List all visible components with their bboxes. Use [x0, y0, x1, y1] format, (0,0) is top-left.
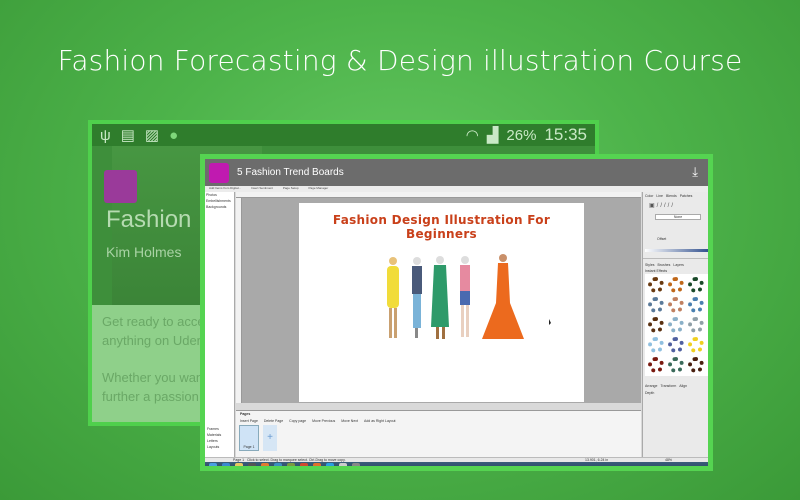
tab-transform[interactable]: Transform: [660, 384, 676, 388]
wifi-icon: ◠: [465, 127, 479, 144]
effect-swatch[interactable]: [688, 317, 704, 333]
depth-label: Depth: [645, 391, 655, 395]
copy-page-button[interactable]: Copy page: [289, 419, 306, 423]
tab-blends[interactable]: Blends: [666, 194, 677, 198]
video-screenshot-window: 5 Fashion Trend Boards ⤓ Add Items from …: [200, 154, 713, 471]
figure-blue-outfit: [412, 257, 422, 338]
add-right-layout-button[interactable]: Add as Right Layout: [364, 419, 396, 423]
effect-swatch[interactable]: [648, 357, 664, 373]
pages-toolbar: Insert Page Delete Page Copy page Move P…: [236, 417, 641, 425]
canvas-area[interactable]: Fashion Design Illustration For Beginner…: [242, 198, 641, 403]
fashion-figures: [387, 254, 551, 339]
effect-swatch[interactable]: [688, 357, 704, 373]
app-icon[interactable]: [274, 463, 282, 466]
effect-swatch[interactable]: [688, 297, 704, 313]
effect-swatch[interactable]: [688, 337, 704, 353]
panel-item[interactable]: Layouts: [206, 444, 222, 450]
effects-grid: [645, 274, 708, 376]
figure-orange-gown: [482, 254, 524, 339]
color-tabs: Color Line Blends Patches: [643, 192, 708, 200]
tab-line[interactable]: Line: [656, 194, 663, 198]
offset-label: Offset: [657, 237, 667, 241]
headline: Fashion Forecasting & Design illustratio…: [57, 44, 743, 77]
status-right: ◠ ▟ 26% 15:35: [466, 125, 587, 145]
tab-brushes[interactable]: Brushes: [658, 263, 671, 267]
insert-page-button[interactable]: Insert Page: [240, 419, 258, 423]
delete-page-button[interactable]: Delete Page: [264, 419, 283, 423]
desc-line: further a passion,: [102, 389, 203, 404]
battery-percent: 26%: [506, 126, 537, 144]
pen-tools-icon[interactable]: ▣/////: [643, 200, 708, 211]
chat-icon: ●: [169, 126, 179, 144]
add-page-icon[interactable]: +: [263, 425, 277, 451]
desc-line: Get ready to acce: [102, 314, 205, 329]
signal-icon: ▟: [486, 127, 499, 144]
ie-icon[interactable]: [222, 463, 230, 466]
effect-swatch[interactable]: [688, 277, 704, 293]
tab-styles[interactable]: Styles: [645, 263, 655, 267]
folder-icon[interactable]: [235, 463, 243, 466]
figure-green-dress: [431, 256, 449, 339]
app-icon: [104, 170, 137, 203]
android-status-bar: ψ ▤ ▨ ● ◠ ▟ 26% 15:35: [92, 124, 595, 146]
effect-swatch[interactable]: [668, 297, 684, 313]
app-logo: [209, 162, 229, 183]
style-tabs: Styles Brushes Layers: [643, 258, 708, 268]
app-icon[interactable]: [352, 463, 360, 466]
effect-swatch[interactable]: [668, 357, 684, 373]
course-title: Fashion: [106, 206, 192, 233]
desc-line: Whether you wan: [102, 370, 204, 385]
usb-icon: ψ: [100, 126, 111, 144]
app-icon[interactable]: [287, 463, 295, 466]
effect-swatch[interactable]: [648, 337, 664, 353]
pages-panel: Pages Insert Page Delete Page Copy page …: [236, 410, 641, 457]
page-thumbnail[interactable]: Page 1: [239, 425, 259, 451]
image-icon: ▨: [144, 127, 160, 144]
video-title-bar: 5 Fashion Trend Boards ⤓: [205, 159, 708, 186]
tab-align[interactable]: Align: [679, 384, 687, 388]
tab-color[interactable]: Color: [645, 194, 653, 198]
course-author: Kim Holmes: [106, 244, 182, 260]
design-page[interactable]: Fashion Design Illustration For Beginner…: [299, 203, 584, 402]
start-icon[interactable]: [209, 463, 217, 466]
tab-layers[interactable]: Layers: [673, 263, 684, 267]
desc-line: anything on Uder: [102, 333, 202, 348]
panel-item[interactable]: Backgrounds: [205, 204, 234, 210]
gradient-slider[interactable]: [645, 249, 708, 252]
firefox-icon[interactable]: [313, 463, 321, 466]
arrange-tabs: Arrange Transform Align: [643, 376, 708, 389]
course-description: Get ready to acce anything on Uder Wheth…: [102, 312, 205, 406]
download-icon[interactable]: ⤓: [692, 164, 698, 180]
effect-swatch[interactable]: [648, 317, 664, 333]
chrome-icon[interactable]: [300, 463, 308, 466]
video-title: 5 Fashion Trend Boards: [237, 167, 344, 178]
tab-arrange[interactable]: Arrange: [645, 384, 657, 388]
tab-patches[interactable]: Patches: [680, 194, 693, 198]
sd-icon: ▤: [120, 127, 135, 144]
page-heading: Fashion Design Illustration For Beginner…: [332, 213, 551, 241]
effect-swatch[interactable]: [648, 277, 664, 293]
properties-panel: Color Line Blends Patches ▣///// None Of…: [642, 192, 708, 457]
figure-yellow-dress: [387, 257, 399, 338]
app-icon[interactable]: [248, 463, 256, 466]
move-previous-button[interactable]: Move Previous: [312, 419, 335, 423]
page-thumb-label: Page 1: [243, 445, 255, 449]
mouse-cursor-icon: [549, 319, 551, 325]
effect-swatch[interactable]: [648, 297, 664, 313]
effect-swatch[interactable]: [668, 277, 684, 293]
content-panel: Photos Embellishments Backgrounds Frames…: [205, 192, 235, 457]
move-next-button[interactable]: Move Next: [341, 419, 358, 423]
effect-swatch[interactable]: [668, 317, 684, 333]
app-icon[interactable]: [339, 463, 347, 466]
figure-pink-outfit: [460, 256, 470, 337]
app-icon[interactable]: [261, 463, 269, 466]
effect-swatch[interactable]: [668, 337, 684, 353]
clock: 15:35: [544, 125, 587, 144]
windows-taskbar: [205, 462, 708, 466]
line-style-select[interactable]: None: [655, 214, 701, 220]
skype-icon[interactable]: [326, 463, 334, 466]
